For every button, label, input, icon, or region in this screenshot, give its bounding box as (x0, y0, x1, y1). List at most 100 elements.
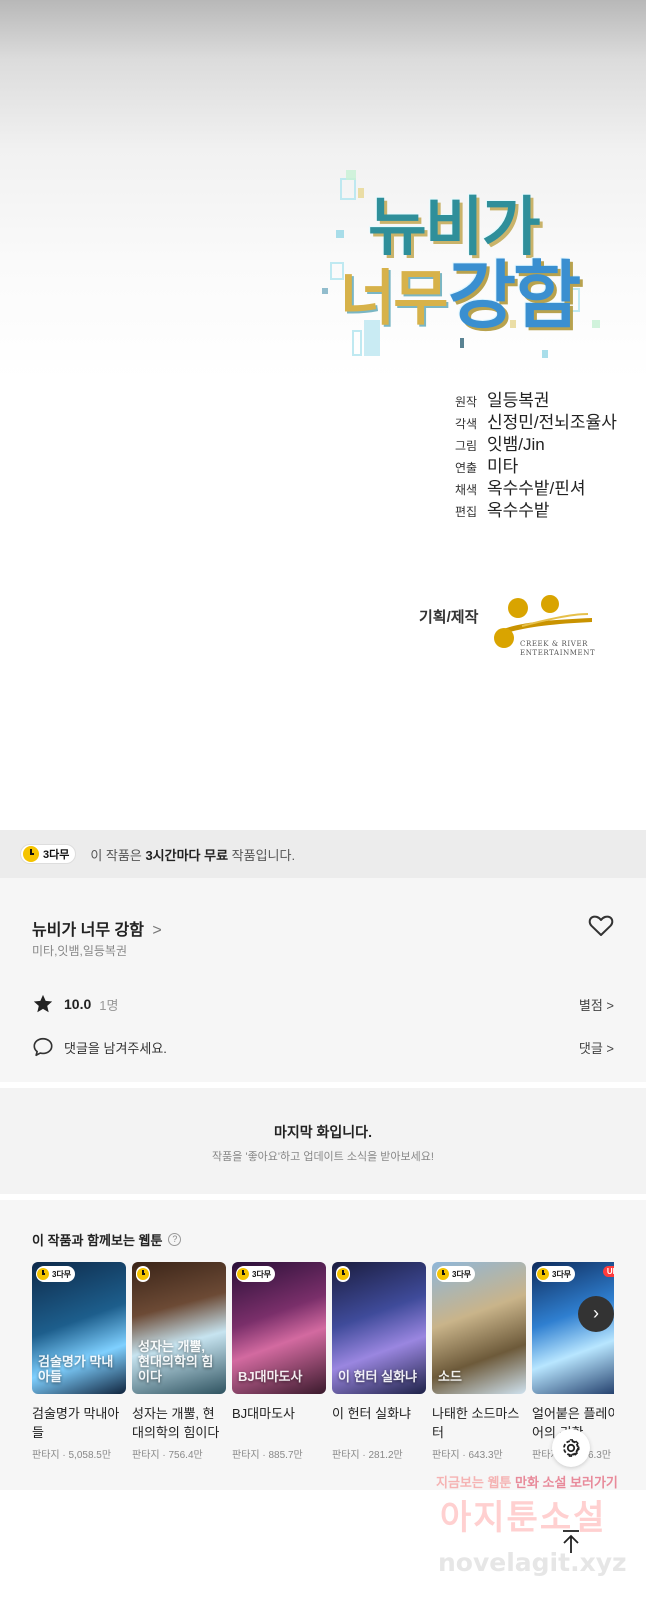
credit-role: 편집 (455, 505, 478, 519)
card-title: 검술명가 막내아들 (32, 1406, 120, 1440)
card-meta: 판타지 · 5,058.5만 (32, 1450, 112, 1461)
up-badge: UP (602, 1266, 614, 1277)
credit-role: 원작 (455, 395, 478, 409)
credit-row: 원작 일등복권 (455, 386, 617, 410)
free-badge-label: 3다무 (43, 849, 70, 861)
recommendations-title: 이 작품과 함께보는 웹툰 ? (32, 1230, 182, 1249)
credit-row: 그림 잇뱀/Jin (455, 430, 617, 454)
comment-link[interactable]: 댓글 > (579, 1038, 614, 1057)
logo-line-2b: 강함 (448, 253, 581, 339)
gear-icon (563, 1439, 580, 1457)
last-episode-title: 마지막 화입니다. (274, 1124, 372, 1140)
scroll-top-button[interactable] (552, 1522, 590, 1560)
free-badge: 3다무 (436, 1266, 476, 1282)
free-badge (336, 1266, 350, 1282)
studio-name: CREEK & RIVER ENTERTAINMENT (520, 640, 595, 658)
credit-row: 채색 옥수수밭/핀셔 (455, 474, 617, 498)
card-title: 성자는 개뿔, 현대의학의 힘이다 (132, 1406, 220, 1440)
card-title: 이 헌터 실화냐 (332, 1406, 411, 1421)
credit-role: 연출 (455, 461, 478, 475)
clock-icon (137, 1268, 149, 1280)
help-icon[interactable]: ? (168, 1233, 182, 1246)
recommendation-card[interactable]: 이 헌터 실화냐 이 헌터 실화냐 판타지 · 281.2만 (332, 1262, 426, 1461)
free-badge: 3다무 (236, 1266, 276, 1282)
watermark-line-1b: 만화 소설 보러가기 (514, 1475, 618, 1490)
rating-link[interactable]: 별점 > (579, 995, 614, 1014)
last-episode-section: 마지막 화입니다. 작품을 '좋아요'하고 업데이트 소식을 받아보세요! (0, 1088, 646, 1194)
notice-bold: 3시간마다 무료 (145, 847, 229, 863)
watermark-line-1: 지금보는 웹툰 만화 소설 보러가기 (436, 1472, 618, 1491)
recommendations-title-text: 이 작품과 함께보는 웹툰 (32, 1233, 163, 1248)
watermark-line-3: novelagit.xyz (438, 1548, 627, 1577)
thumbnail-title: 성자는 개뿔, 현대의학의 힘이다 (138, 1339, 214, 1384)
thumbnail-title: 이 헌터 실화냐 (338, 1369, 417, 1384)
clock-icon (237, 1268, 249, 1280)
last-episode-subtitle: 작품을 '좋아요'하고 업데이트 소식을 받아보세요! (212, 1151, 434, 1163)
thumbnail-title: BJ대마도사 (238, 1369, 303, 1384)
rating-row: 10.0 1명 별점 > (32, 992, 614, 1016)
card-meta: 판타지 · 756.4만 (132, 1450, 203, 1461)
badge-label: 3다무 (252, 1269, 272, 1279)
comment-icon (33, 1037, 53, 1057)
recommendation-carousel: 3다무 검술명가 막내아들 검술명가 막내아들 판타지 · 5,058.5만 성… (32, 1262, 614, 1482)
chevron-right-icon: > (152, 922, 162, 939)
rating-count: 1명 (99, 997, 119, 1013)
work-title: 뉴비가 너무 강함 (32, 922, 144, 939)
arrow-up-icon (563, 1530, 579, 1553)
credit-row: 편집 옥수수밭 (455, 496, 617, 520)
card-thumbnail: 이 헌터 실화냐 (332, 1262, 426, 1394)
carousel-next-button[interactable]: › (578, 1296, 614, 1332)
rating-value: 10.0 (64, 996, 92, 1012)
recommendation-card[interactable]: 3다무 BJ대마도사 BJ대마도사 판타지 · 885.7만 (232, 1262, 326, 1461)
work-info-section: 뉴비가 너무 강함 > 미타,잇뱀,일등복권 10.0 1명 별점 > 댓글을 … (0, 878, 646, 1082)
free-notice-bar: 3다무 이 작품은 3시간마다 무료 작품입니다. (0, 830, 646, 878)
thumbnail-title: 검술명가 막내아들 (38, 1354, 114, 1384)
logo-line-2a: 너무 (340, 264, 448, 334)
card-title: BJ대마도사 (232, 1406, 296, 1421)
notice-text: 이 작품은 3시간마다 무료 작품입니다. (90, 845, 295, 864)
thumbnail-title: 소드 (438, 1369, 462, 1384)
recommendation-card[interactable]: 3다무 검술명가 막내아들 검술명가 막내아들 판타지 · 5,058.5만 (32, 1262, 126, 1461)
recommendation-card[interactable]: 3다무 소드 나태한 소드마스터 판타지 · 643.3만 (432, 1262, 526, 1461)
card-title: 나태한 소드마스터 (432, 1406, 520, 1440)
credit-role: 각색 (455, 417, 478, 431)
credit-name: 옥수수밭 (487, 501, 550, 520)
watermark-line-1a: 지금보는 웹툰 (436, 1475, 515, 1490)
free-badge: 3다무 (20, 844, 77, 864)
clock-icon (23, 846, 39, 862)
work-title-link[interactable]: 뉴비가 너무 강함 > (32, 916, 162, 940)
badge-label: 3다무 (552, 1269, 572, 1279)
settings-button[interactable] (552, 1429, 590, 1467)
badge-label: 3다무 (452, 1269, 472, 1279)
comment-row[interactable]: 댓글을 남겨주세요. 댓글 > (32, 1035, 614, 1059)
card-thumbnail: 3다무 소드 (432, 1262, 526, 1394)
credits-list: 원작 일등복권 각색 신정민/전뇌조율사 그림 잇뱀/Jin 연출 미타 채색 옥수수밭/… (455, 386, 617, 520)
card-thumbnail: 성자는 개뿔, 현대의학의 힘이다 (132, 1262, 226, 1394)
star-icon (33, 994, 53, 1013)
recommendations-section: 이 작품과 함께보는 웹툰 ? 3다무 검술명가 막내아들 검술명가 막내아들 … (0, 1200, 646, 1490)
free-badge: 3다무 (536, 1266, 576, 1282)
recommendation-card[interactable]: 성자는 개뿔, 현대의학의 힘이다 성자는 개뿔, 현대의학의 힘이다 판타지 … (132, 1262, 226, 1461)
heart-icon[interactable] (588, 914, 614, 938)
clock-icon (537, 1268, 549, 1280)
studio-line-2: ENTERTAINMENT (520, 649, 596, 657)
free-badge: 3다무 (36, 1266, 76, 1282)
free-badge (136, 1266, 150, 1282)
clock-icon (337, 1268, 349, 1280)
clock-icon (37, 1268, 49, 1280)
credit-role: 채색 (455, 483, 478, 497)
production-label: 기획/제작 (419, 609, 479, 626)
card-meta: 판타지 · 885.7만 (232, 1450, 303, 1461)
studio-line-1: CREEK & RIVER (520, 640, 589, 648)
comic-end-panel: 뉴비가 너무 강함 원작 일등복권 각색 신정민/전뇌조율사 그림 잇뱀/Jin 연출… (0, 0, 646, 830)
clock-icon (437, 1268, 449, 1280)
card-thumbnail: 3다무 BJ대마도사 (232, 1262, 326, 1394)
badge-label: 3다무 (52, 1269, 72, 1279)
series-logo: 뉴비가 너무 강함 (322, 170, 620, 370)
work-authors: 미타,잇뱀,일등복권 (32, 944, 127, 958)
notice-prefix: 이 작품은 (90, 847, 146, 863)
comment-prompt: 댓글을 남겨주세요. (64, 1040, 167, 1056)
credit-row: 연출 미타 (455, 452, 617, 476)
card-meta: 판타지 · 643.3만 (432, 1450, 503, 1461)
credit-role: 그림 (455, 439, 478, 453)
